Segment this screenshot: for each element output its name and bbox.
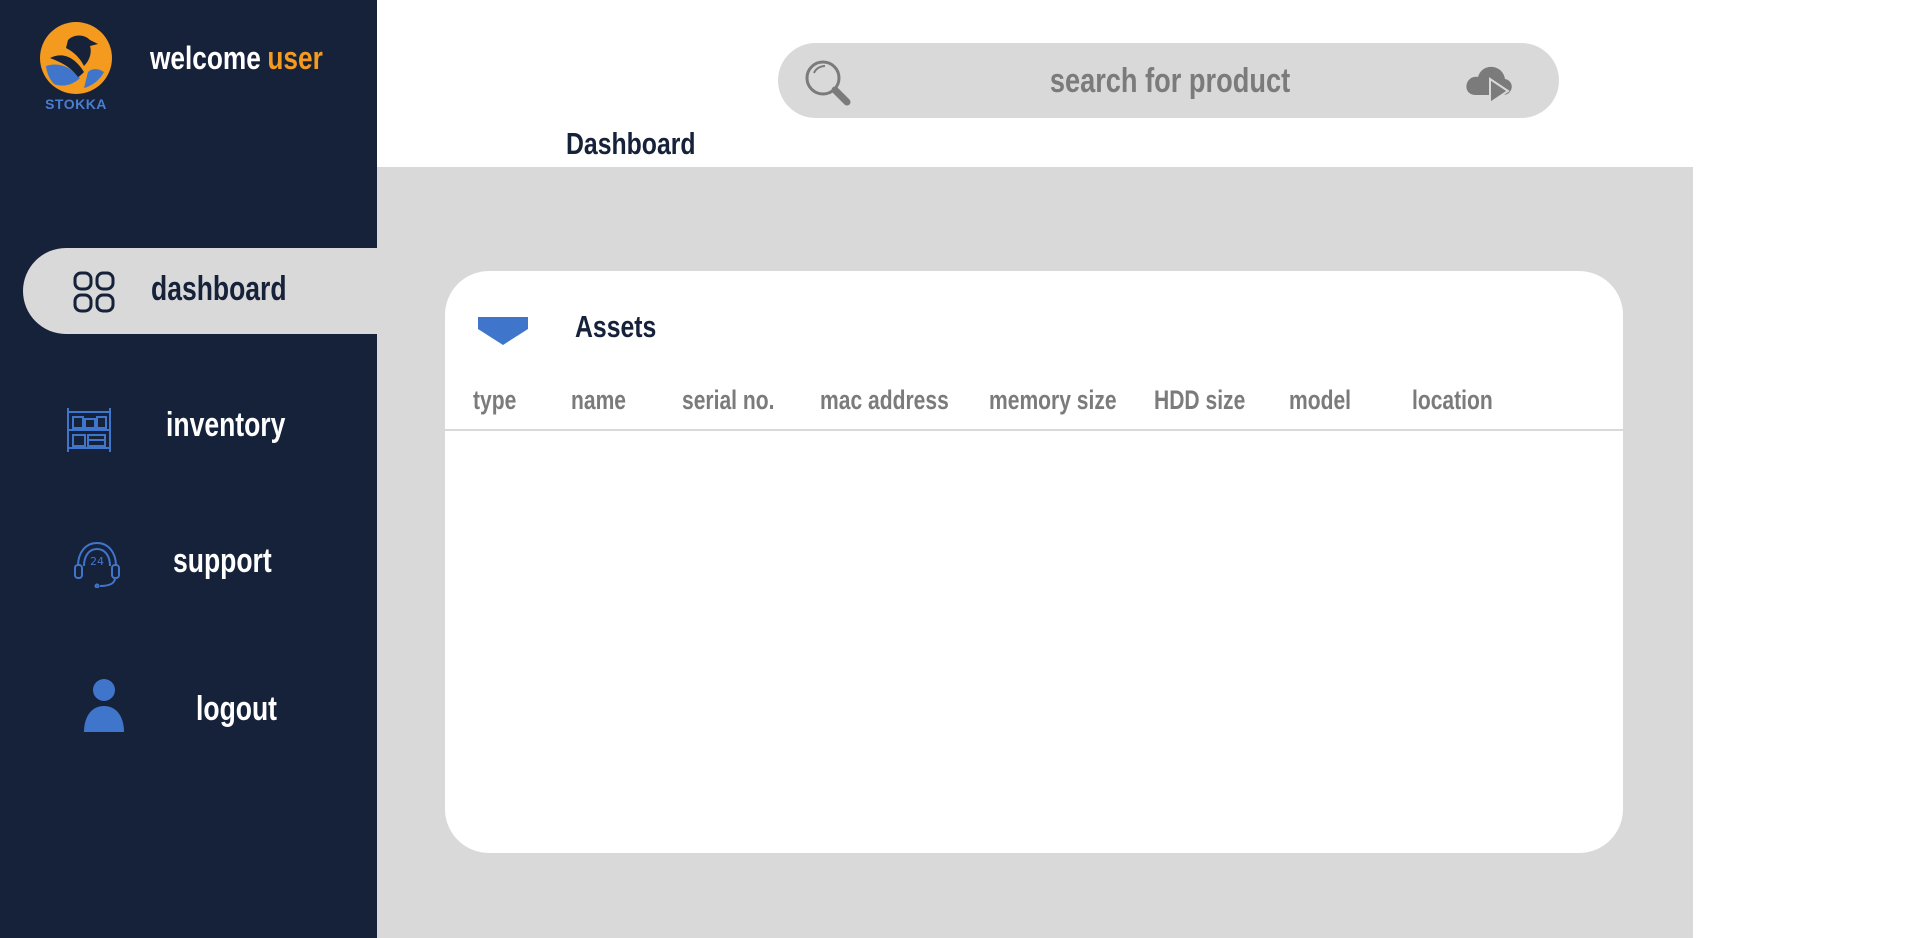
column-header-serial-no[interactable]: serial no. (682, 385, 774, 416)
column-header-memory-size[interactable]: memory size (989, 385, 1117, 416)
dropdown-toggle-icon[interactable] (478, 317, 528, 345)
column-header-model[interactable]: model (1289, 385, 1351, 416)
shelves-icon (67, 408, 111, 452)
sidebar-item-support[interactable]: 24 support (0, 520, 377, 606)
stokka-logo: STOKKA (40, 22, 112, 114)
svg-text:24: 24 (90, 555, 104, 568)
search-icon[interactable] (802, 57, 852, 107)
sidebar-item-label: inventory (166, 406, 286, 444)
app-root: STOKKA welcome user dashboard inventory … (0, 0, 1920, 938)
column-header-hdd-size[interactable]: HDD size (1154, 385, 1245, 416)
page-title: Dashboard (566, 126, 696, 161)
user-icon (84, 679, 124, 732)
sidebar-item-label: dashboard (151, 270, 287, 308)
column-header-name[interactable]: name (571, 385, 626, 416)
sidebar-item-inventory[interactable]: inventory (0, 384, 377, 470)
eagle-logo-icon (40, 22, 112, 94)
assets-table-header: type name serial no. mac address memory … (445, 385, 1623, 431)
sidebar: STOKKA welcome user dashboard inventory … (0, 0, 377, 938)
assets-title: Assets (575, 309, 657, 344)
search-bar (778, 43, 1559, 118)
sidebar-item-dashboard[interactable]: dashboard (23, 248, 377, 334)
cloud-upload-icon[interactable] (1464, 61, 1514, 105)
welcome-label: welcome (150, 40, 261, 76)
headset-24-icon: 24 (74, 541, 120, 588)
assets-card: Assets type name serial no. mac address … (445, 271, 1623, 853)
logo-text: STOKKA (45, 96, 107, 112)
welcome-username: user (267, 40, 323, 76)
column-header-location[interactable]: location (1412, 385, 1493, 416)
sidebar-item-label: support (173, 542, 272, 580)
sidebar-item-label: logout (196, 690, 277, 728)
main-content: Assets type name serial no. mac address … (377, 167, 1693, 938)
grid-icon (73, 271, 115, 313)
sidebar-item-logout[interactable]: logout (0, 668, 377, 754)
welcome-message: welcome user (150, 40, 323, 77)
search-input[interactable] (944, 55, 1396, 107)
column-header-type[interactable]: type (473, 385, 516, 416)
column-header-mac-address[interactable]: mac address (820, 385, 949, 416)
